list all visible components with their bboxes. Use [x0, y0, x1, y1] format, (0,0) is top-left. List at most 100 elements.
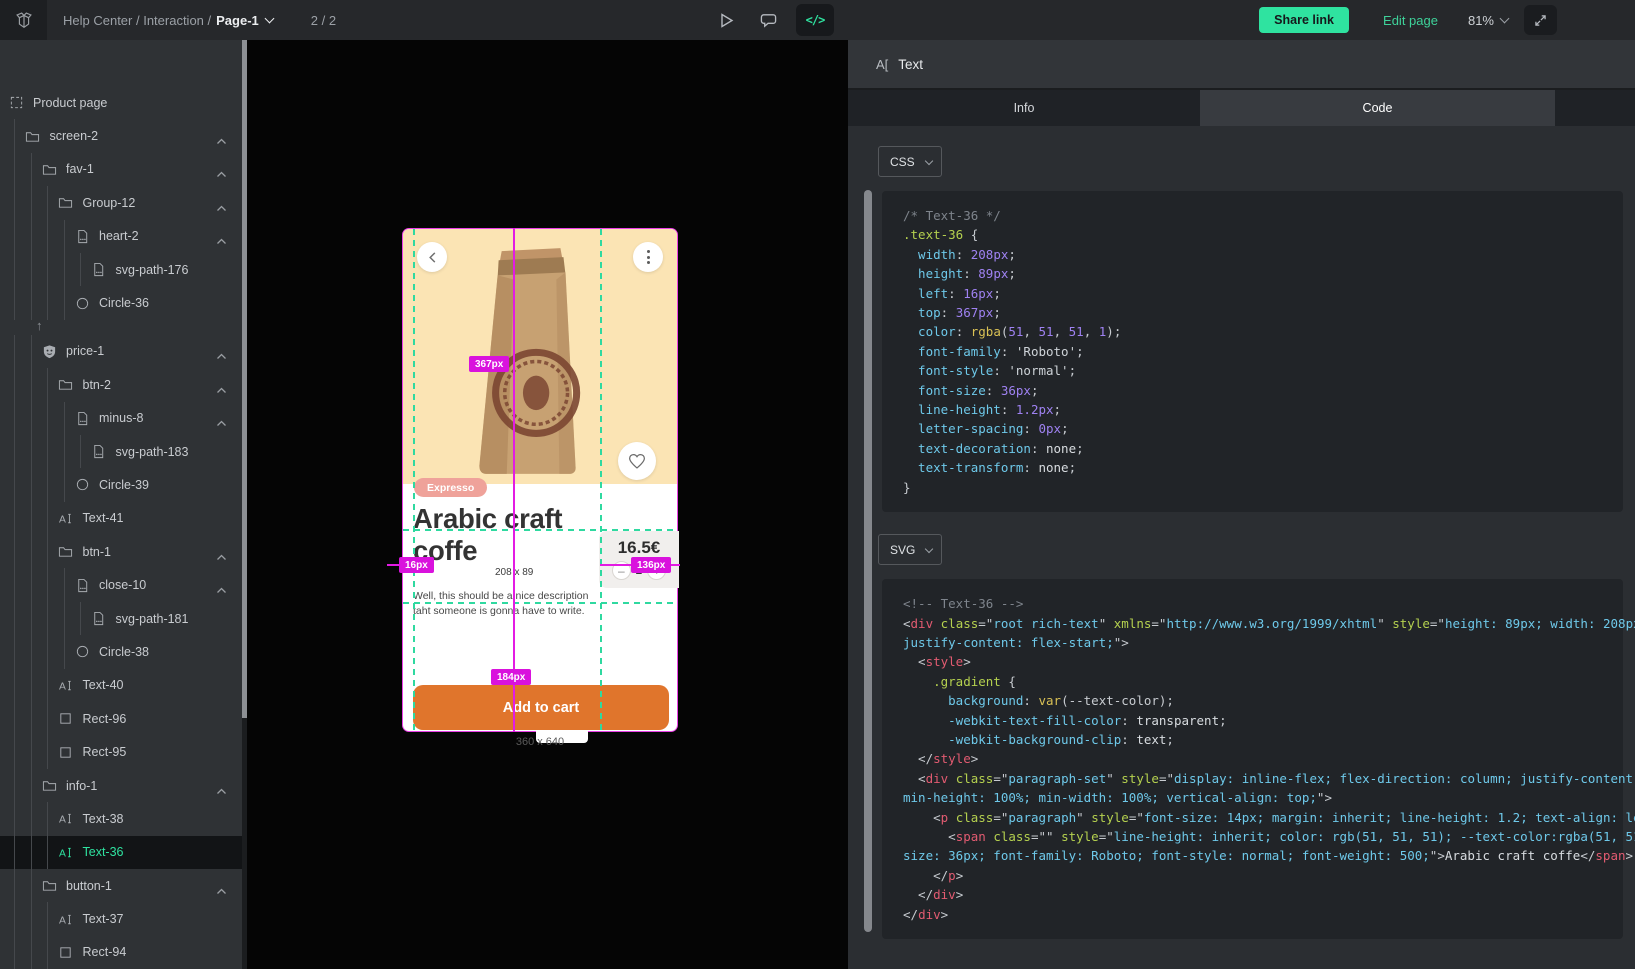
layer-label: Text-40	[83, 678, 124, 692]
layer-item-text-40[interactable]: AText-40	[0, 669, 247, 702]
svg-text:A: A	[59, 848, 66, 859]
collapse-chevron-icon[interactable]	[216, 414, 227, 422]
product-title: Arabic craft coffe	[413, 503, 599, 567]
layer-item-product-page[interactable]: Product page	[0, 86, 247, 119]
layer-tree: Product page screen-2 fav-1 Group-12 heart-2…	[0, 40, 247, 969]
folder-icon	[41, 878, 57, 894]
measure-label-width: 136px	[631, 557, 671, 573]
layer-item-btn-2[interactable]: btn-2	[0, 368, 247, 401]
folder-icon	[25, 128, 41, 144]
layer-item-fav-1[interactable]: fav-1	[0, 153, 247, 186]
layer-label: screen-2	[50, 129, 99, 143]
back-button[interactable]	[417, 242, 447, 272]
rect-icon	[58, 744, 74, 760]
tabs-filler	[1555, 90, 1635, 126]
layer-label: heart-2	[99, 229, 139, 243]
layer-item-svg-path-176[interactable]: svg-path-176	[0, 253, 247, 286]
layer-label: fav-1	[66, 162, 94, 176]
inspector-tabs: Info Code	[848, 90, 1635, 126]
layer-label: Circle-39	[99, 478, 149, 492]
add-to-cart-button[interactable]: Add to cart	[413, 685, 669, 730]
collapse-chevron-icon[interactable]	[216, 882, 227, 890]
decrease-quantity-button[interactable]: –	[612, 561, 631, 580]
file-icon	[91, 611, 107, 627]
collapse-chevron-icon[interactable]	[216, 232, 227, 240]
layer-label: button-1	[66, 879, 112, 893]
product-tag-badge: Expresso	[414, 478, 487, 497]
layer-item-text-36[interactable]: AText-36	[0, 836, 247, 869]
layer-item-circle-39[interactable]: Circle-39	[0, 468, 247, 501]
favorite-button[interactable]	[618, 442, 656, 480]
layer-item-circle-38[interactable]: Circle-38	[0, 635, 247, 668]
fullscreen-button[interactable]	[1524, 5, 1557, 35]
dots-menu-icon	[647, 250, 650, 253]
collapse-chevron-icon[interactable]	[216, 581, 227, 589]
file-icon	[74, 577, 90, 593]
layer-item-rect-94[interactable]: Rect-94	[0, 936, 247, 969]
breadcrumb-path[interactable]: Help Center / Interaction /	[63, 13, 211, 28]
text-icon: A	[58, 911, 74, 927]
layer-item-text-38[interactable]: AText-38	[0, 802, 247, 835]
inspector-scrollbar[interactable]	[864, 190, 872, 932]
collapse-chevron-icon[interactable]	[216, 132, 227, 140]
artboard-size-label: 360 x 640	[403, 736, 677, 748]
layer-item-svg-path-181[interactable]: svg-path-181	[0, 602, 247, 635]
tab-code[interactable]: Code	[1200, 90, 1555, 126]
css-code-block: /* Text-36 */.text-36 { width: 208px; he…	[882, 191, 1623, 512]
layer-item-btn-1[interactable]: btn-1	[0, 535, 247, 568]
layer-item-rect-95[interactable]: Rect-95	[0, 735, 247, 768]
measure-label-top: 367px	[469, 356, 509, 372]
layer-item-text-37[interactable]: AText-37	[0, 902, 247, 935]
inspector-header: A[ Text	[848, 40, 1635, 90]
layer-item-group-12[interactable]: Group-12	[0, 186, 247, 219]
layer-item-heart-2[interactable]: heart-2	[0, 220, 247, 253]
comment-button[interactable]	[754, 6, 782, 34]
layer-item-price-1[interactable]: price-1	[0, 335, 247, 368]
collapse-chevron-icon[interactable]	[216, 347, 227, 355]
artboard-product-page[interactable]: Expresso Arabic craft coffe 208 x 89 16.…	[402, 228, 678, 732]
chevron-down-icon	[264, 14, 274, 24]
app-logo-icon[interactable]	[0, 0, 47, 40]
collapse-chevron-icon[interactable]	[216, 548, 227, 556]
code-icon: </>	[806, 13, 825, 27]
layer-item-close-10[interactable]: close-10	[0, 568, 247, 601]
edit-page-link[interactable]: Edit page	[1383, 13, 1438, 28]
code-view-toggle[interactable]: </>	[796, 4, 834, 36]
file-icon	[91, 262, 107, 278]
layer-label: svg-path-181	[116, 612, 189, 626]
layer-item-text-41[interactable]: AText-41	[0, 502, 247, 535]
inspector-panel: A[ Text Info Code CSS /* Text-36 */.text…	[848, 40, 1635, 969]
frame-icon	[8, 95, 24, 111]
canvas[interactable]: Expresso Arabic craft coffe 208 x 89 16.…	[247, 40, 848, 969]
layer-item-minus-8[interactable]: minus-8	[0, 402, 247, 435]
menu-button[interactable]	[633, 242, 663, 272]
chevron-left-icon	[428, 251, 437, 264]
page-selector[interactable]: Page-1	[216, 13, 273, 28]
layer-item-info-1[interactable]: info-1	[0, 769, 247, 802]
collapse-chevron-icon[interactable]	[216, 782, 227, 790]
tab-info[interactable]: Info	[848, 90, 1200, 126]
layer-label: close-10	[99, 578, 146, 592]
collapse-chevron-icon[interactable]	[216, 199, 227, 207]
text-icon: A	[58, 844, 74, 860]
product-description: Well, this should be a nice description …	[413, 589, 589, 619]
layer-item-screen-2[interactable]: screen-2	[0, 119, 247, 152]
layer-label: svg-path-183	[116, 445, 189, 459]
layer-label: Circle-36	[99, 296, 149, 310]
layer-item-circle-36[interactable]: Circle-36	[0, 286, 247, 319]
collapse-chevron-icon[interactable]	[216, 381, 227, 389]
rect-icon	[58, 944, 74, 960]
css-language-dropdown[interactable]: CSS	[878, 146, 942, 177]
layer-item-svg-path-183[interactable]: svg-path-183	[0, 435, 247, 468]
zoom-level-selector[interactable]: 81%	[1468, 13, 1508, 28]
svg-language-dropdown[interactable]: SVG	[878, 534, 942, 565]
layer-item-rect-96[interactable]: Rect-96	[0, 702, 247, 735]
rect-icon	[58, 711, 74, 727]
play-button[interactable]	[712, 6, 740, 34]
layer-item-button-1[interactable]: button-1	[0, 869, 247, 902]
collapse-chevron-icon[interactable]	[216, 165, 227, 173]
inspector-title: Text	[898, 57, 923, 72]
layer-label: Group-12	[83, 196, 136, 210]
layer-label: info-1	[66, 779, 97, 793]
share-link-button[interactable]: Share link	[1259, 7, 1349, 33]
